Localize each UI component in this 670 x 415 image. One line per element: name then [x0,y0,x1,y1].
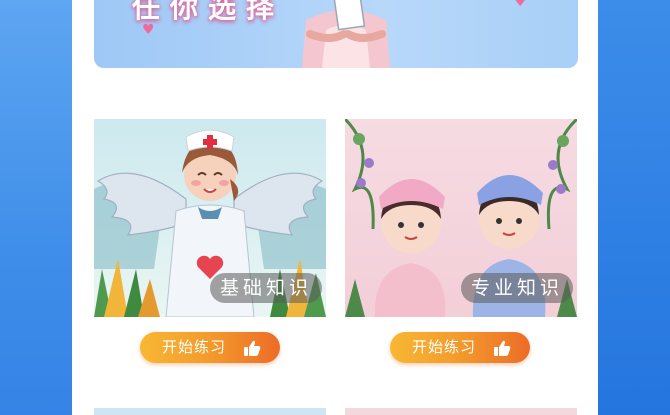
banner-title: 任你选择 [132,0,285,24]
next-card-peek [94,408,326,415]
button-label: 开始练习 [162,338,227,356]
next-card-peek [345,408,577,415]
thumb-point-icon [494,340,511,356]
heart-icon: ♥ [142,22,155,38]
content-panel: 任你选择 ♥ ♥ 基础知识 开始练习 专业知识 开始练习 [72,0,598,415]
button-label: 开始练习 [412,338,477,356]
thumb-point-icon [244,340,261,356]
start-practice-button[interactable]: 开始练习 [140,332,280,363]
banner[interactable]: 任你选择 ♥ ♥ [94,0,578,68]
professional-knowledge-card[interactable]: 专业知识 [345,119,577,317]
right-background [598,0,670,415]
card-badge: 专业知识 [460,273,573,303]
left-background [0,0,72,415]
nurse-illustration [302,0,390,68]
heart-icon: ♥ [514,0,527,10]
basic-knowledge-card[interactable]: 基础知识 [94,119,326,317]
start-practice-button[interactable]: 开始练习 [390,332,530,363]
card-badge: 基础知识 [209,273,322,303]
